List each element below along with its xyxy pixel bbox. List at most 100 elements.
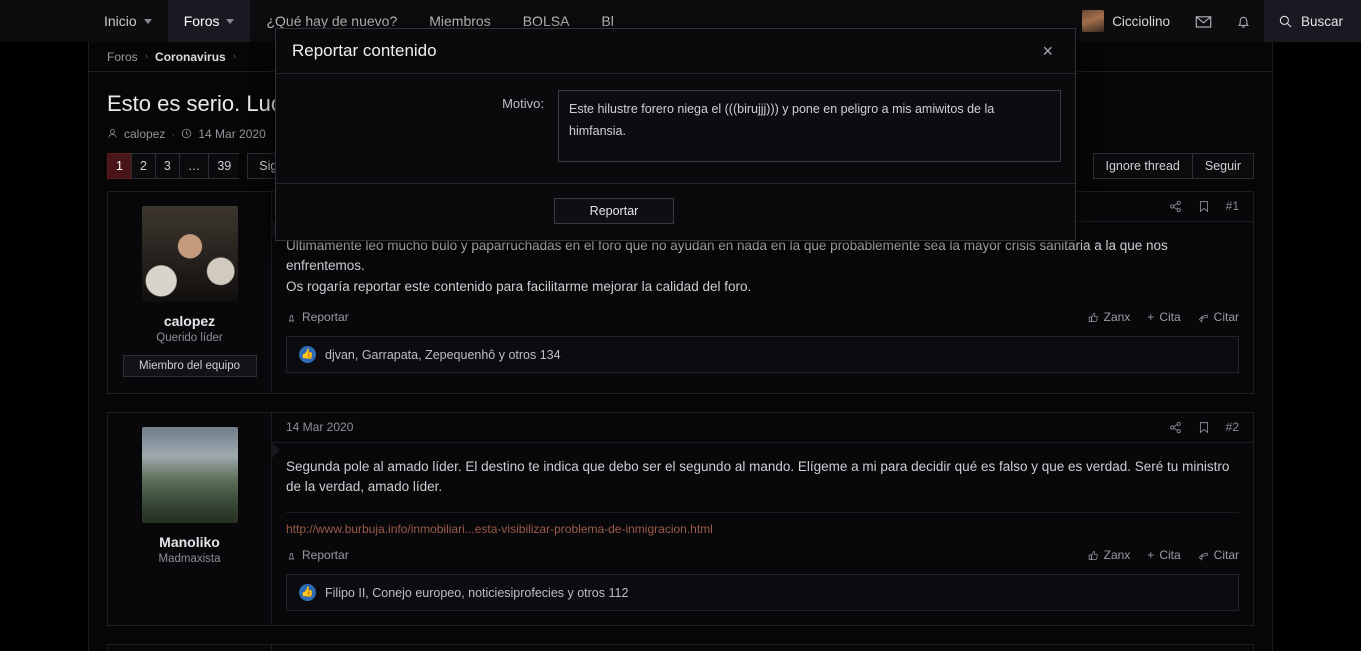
thumbs-up-icon: [1088, 550, 1098, 560]
post-main: 14 Mar 2020 #3: [272, 645, 1253, 651]
quote-icon: [1198, 552, 1208, 561]
ignore-thread-button[interactable]: Ignore thread: [1092, 152, 1192, 179]
nav-item-foros[interactable]: Foros: [167, 0, 251, 42]
chevron-down-icon: [226, 18, 235, 24]
envelope-icon: [1196, 15, 1212, 28]
post-author-name[interactable]: calopez: [118, 313, 261, 329]
quote-button[interactable]: Citar: [1198, 548, 1239, 562]
dialog-title: Reportar contenido: [292, 41, 437, 60]
post-actions: Reportar Zanx + Cita Citar: [272, 538, 1253, 574]
avatar[interactable]: [141, 426, 238, 523]
like-button[interactable]: Zanx: [1088, 548, 1130, 562]
post-likes-bar: 👍 djvan, Garrapata, Zepequenhô y otros 1…: [286, 336, 1239, 374]
post-header: 14 Mar 2020 #2: [272, 413, 1253, 443]
multiquote-label: Cita: [1159, 310, 1181, 325]
nav-item-label: Foros: [183, 13, 220, 29]
inbox-button[interactable]: [1184, 0, 1224, 42]
plus-icon: +: [1147, 548, 1155, 563]
post-author-panel: Manoliko Madmaxista: [108, 412, 280, 626]
nav-item-label: Inicio: [104, 13, 137, 29]
thread-date: 14 Mar 2020: [198, 126, 266, 141]
dialog-footer: Reportar: [276, 184, 1075, 240]
post-text: Segunda pole al amado líder. El destino …: [286, 458, 1230, 495]
quote-button[interactable]: Citar: [1198, 310, 1239, 324]
bell-icon: [1238, 16, 1250, 28]
page-button-39[interactable]: 39: [208, 152, 240, 179]
thumbs-up-icon: [1088, 312, 1098, 322]
search-icon: [1279, 15, 1292, 27]
dialog-header: Reportar contenido ×: [276, 29, 1075, 74]
post-likes-bar: 👍 Filipo II, Conejo europeo, noticiesipr…: [286, 574, 1239, 612]
quote-label: Citar: [1213, 310, 1239, 325]
alerts-button[interactable]: [1224, 0, 1264, 42]
post-body: Segunda pole al amado líder. El destino …: [272, 443, 1253, 539]
report-post-button[interactable]: Reportar: [286, 310, 349, 324]
quote-icon: [1198, 314, 1208, 323]
post-likes-text[interactable]: Filipo II, Conejo europeo, noticiesiprof…: [325, 586, 628, 600]
share-icon[interactable]: [1169, 421, 1182, 434]
meta-separator: ·: [171, 126, 176, 141]
post-embedded-link[interactable]: http://www.burbuja.info/inmobiliari...es…: [286, 512, 1239, 536]
report-flag-icon: [288, 552, 295, 560]
like-button[interactable]: Zanx: [1088, 310, 1130, 324]
post-author-panel: [108, 645, 272, 651]
nav-item-label: Bl: [601, 13, 614, 29]
search-button[interactable]: Buscar: [1263, 0, 1361, 42]
search-label: Buscar: [1300, 13, 1343, 29]
thread-action-buttons: Ignore thread Seguir: [1092, 152, 1254, 179]
reason-input[interactable]: [558, 90, 1061, 162]
nav-item-label: ¿Qué hay de nuevo?: [266, 13, 398, 29]
page-ellipsis: …: [178, 152, 209, 179]
post-author-badge: Miembro del equipo: [122, 354, 257, 377]
post-author-name[interactable]: Manoliko: [118, 534, 261, 550]
account-menu[interactable]: Cicciolino: [1068, 0, 1184, 42]
avatar: [1082, 10, 1105, 32]
report-post-label: Reportar: [302, 548, 349, 563]
page-button-2[interactable]: 2: [130, 152, 155, 179]
report-content-dialog: Reportar contenido × Motivo: Reportar: [275, 28, 1076, 241]
breadcrumb-item-coronavirus[interactable]: Coronavirus: [155, 50, 226, 64]
user-icon: [108, 129, 117, 138]
report-post-button[interactable]: Reportar: [286, 548, 349, 562]
nav-item-label: BOLSA: [522, 13, 570, 29]
report-post-label: Reportar: [302, 310, 349, 325]
plus-icon: +: [1147, 310, 1155, 325]
chevron-right-icon: ›: [144, 51, 149, 62]
page-button-1[interactable]: 1: [107, 152, 131, 179]
dialog-body: Motivo:: [276, 74, 1075, 184]
user-nav: Cicciolino Buscar: [1068, 0, 1361, 42]
chevron-down-icon: [143, 18, 152, 24]
follow-thread-button[interactable]: Seguir: [1191, 152, 1254, 179]
post-number[interactable]: #2: [1226, 420, 1239, 434]
nav-item-inicio[interactable]: Inicio: [88, 0, 168, 42]
bookmark-icon[interactable]: [1198, 200, 1210, 213]
thumbs-up-filled-icon: 👍: [299, 346, 316, 364]
multiquote-label: Cita: [1159, 548, 1181, 563]
reason-label: Motivo:: [502, 96, 544, 111]
thread-author[interactable]: calopez: [124, 127, 165, 141]
post-item: 14 Mar 2020 #3: [107, 644, 1254, 651]
reason-field-wrapper: [558, 90, 1061, 165]
post-likes-text[interactable]: djvan, Garrapata, Zepequenhô y otros 134: [325, 348, 561, 362]
multiquote-button[interactable]: + Cita: [1147, 548, 1180, 562]
post-author-title: Querido líder: [156, 331, 223, 344]
post-main: 14 Mar 2020 #2 Segunda pole al amado líd…: [272, 413, 1253, 626]
post-number[interactable]: #1: [1226, 199, 1239, 213]
quote-label: Citar: [1213, 548, 1239, 563]
chevron-right-icon: ›: [232, 51, 237, 62]
post-item: Manoliko Madmaxista 14 Mar 2020 #2 Segun…: [107, 411, 1254, 627]
thumbs-up-filled-icon: 👍: [299, 584, 316, 602]
avatar[interactable]: [141, 205, 238, 302]
clock-icon: [182, 128, 192, 139]
post-date[interactable]: 14 Mar 2020: [286, 420, 353, 434]
page-button-3[interactable]: 3: [154, 152, 179, 179]
multiquote-button[interactable]: + Cita: [1147, 310, 1180, 324]
bookmark-icon[interactable]: [1198, 421, 1210, 434]
submit-report-button[interactable]: Reportar: [554, 198, 674, 224]
post-author-title: Madmaxista: [158, 552, 221, 565]
nav-item-label: Miembros: [429, 13, 491, 29]
post-author-panel: calopez Querido líder Miembro del equipo: [108, 191, 280, 393]
close-icon[interactable]: ×: [1036, 38, 1059, 64]
breadcrumb-item-foros[interactable]: Foros: [107, 50, 138, 64]
share-icon[interactable]: [1169, 200, 1182, 213]
